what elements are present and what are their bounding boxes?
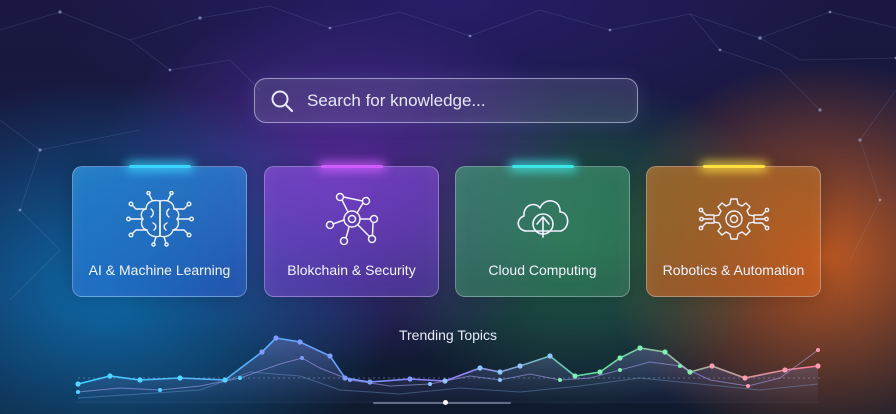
trend-point xyxy=(300,356,304,360)
trend-point xyxy=(407,376,413,382)
trend-point xyxy=(498,378,502,382)
scroll-indicator[interactable] xyxy=(443,400,448,405)
trend-point xyxy=(428,382,432,386)
trend-point xyxy=(709,363,715,369)
category-card-cloud-computing[interactable]: Cloud Computing xyxy=(455,165,630,297)
trend-point xyxy=(497,369,503,375)
trend-point xyxy=(547,353,553,359)
trend-point xyxy=(517,363,523,369)
trend-point xyxy=(687,369,693,375)
trend-point xyxy=(816,348,820,352)
trend-point xyxy=(746,384,750,388)
trend-point xyxy=(76,390,80,394)
card-accent-glow xyxy=(128,165,191,168)
brain-circuit-icon xyxy=(125,191,194,247)
trend-point xyxy=(367,379,373,385)
trend-area xyxy=(78,338,818,404)
trend-point xyxy=(477,365,483,371)
trend-point xyxy=(662,349,668,355)
search-icon xyxy=(269,88,295,114)
card-label: Blokchain & Security xyxy=(287,262,416,278)
trend-point xyxy=(177,375,183,381)
card-accent-glow xyxy=(702,165,765,168)
category-card-blockchain-security[interactable]: Blokchain & Security xyxy=(264,165,439,297)
card-label: AI & Machine Learning xyxy=(88,262,231,278)
scroll-track[interactable] xyxy=(373,402,511,404)
trend-point xyxy=(222,377,228,383)
trend-point xyxy=(678,364,682,368)
trend-point xyxy=(617,355,623,361)
trend-point xyxy=(782,367,788,373)
search-input[interactable] xyxy=(307,85,637,116)
trend-point xyxy=(137,377,143,383)
gear-circuit-icon xyxy=(698,198,769,240)
trend-point xyxy=(342,375,348,381)
card-label: Robotics & Automation xyxy=(662,262,805,278)
category-card-ai-machine-learning[interactable]: AI & Machine Learning xyxy=(72,165,247,297)
trend-point xyxy=(107,373,113,379)
card-accent-glow xyxy=(511,165,574,168)
trend-point xyxy=(327,353,333,359)
cloud-upload-icon xyxy=(517,200,568,238)
trend-point xyxy=(297,339,303,345)
trend-point xyxy=(75,381,81,387)
trend-point xyxy=(348,378,352,382)
card-label: Cloud Computing xyxy=(488,262,597,278)
search-bar[interactable] xyxy=(254,78,638,123)
trend-point xyxy=(742,375,748,381)
trend-point xyxy=(597,369,603,375)
trend-point xyxy=(558,378,562,382)
trend-point xyxy=(158,388,162,392)
card-accent-glow xyxy=(320,165,383,168)
blockchain-network-icon xyxy=(325,192,378,246)
trend-point xyxy=(618,368,622,372)
trend-point xyxy=(273,335,279,341)
trend-point xyxy=(259,349,265,355)
trend-point xyxy=(637,345,643,351)
trend-point xyxy=(238,376,242,380)
category-card-robotics-automation[interactable]: Robotics & Automation xyxy=(646,165,821,297)
trend-point xyxy=(442,378,448,384)
trend-point xyxy=(815,363,821,369)
trend-point xyxy=(572,373,578,379)
